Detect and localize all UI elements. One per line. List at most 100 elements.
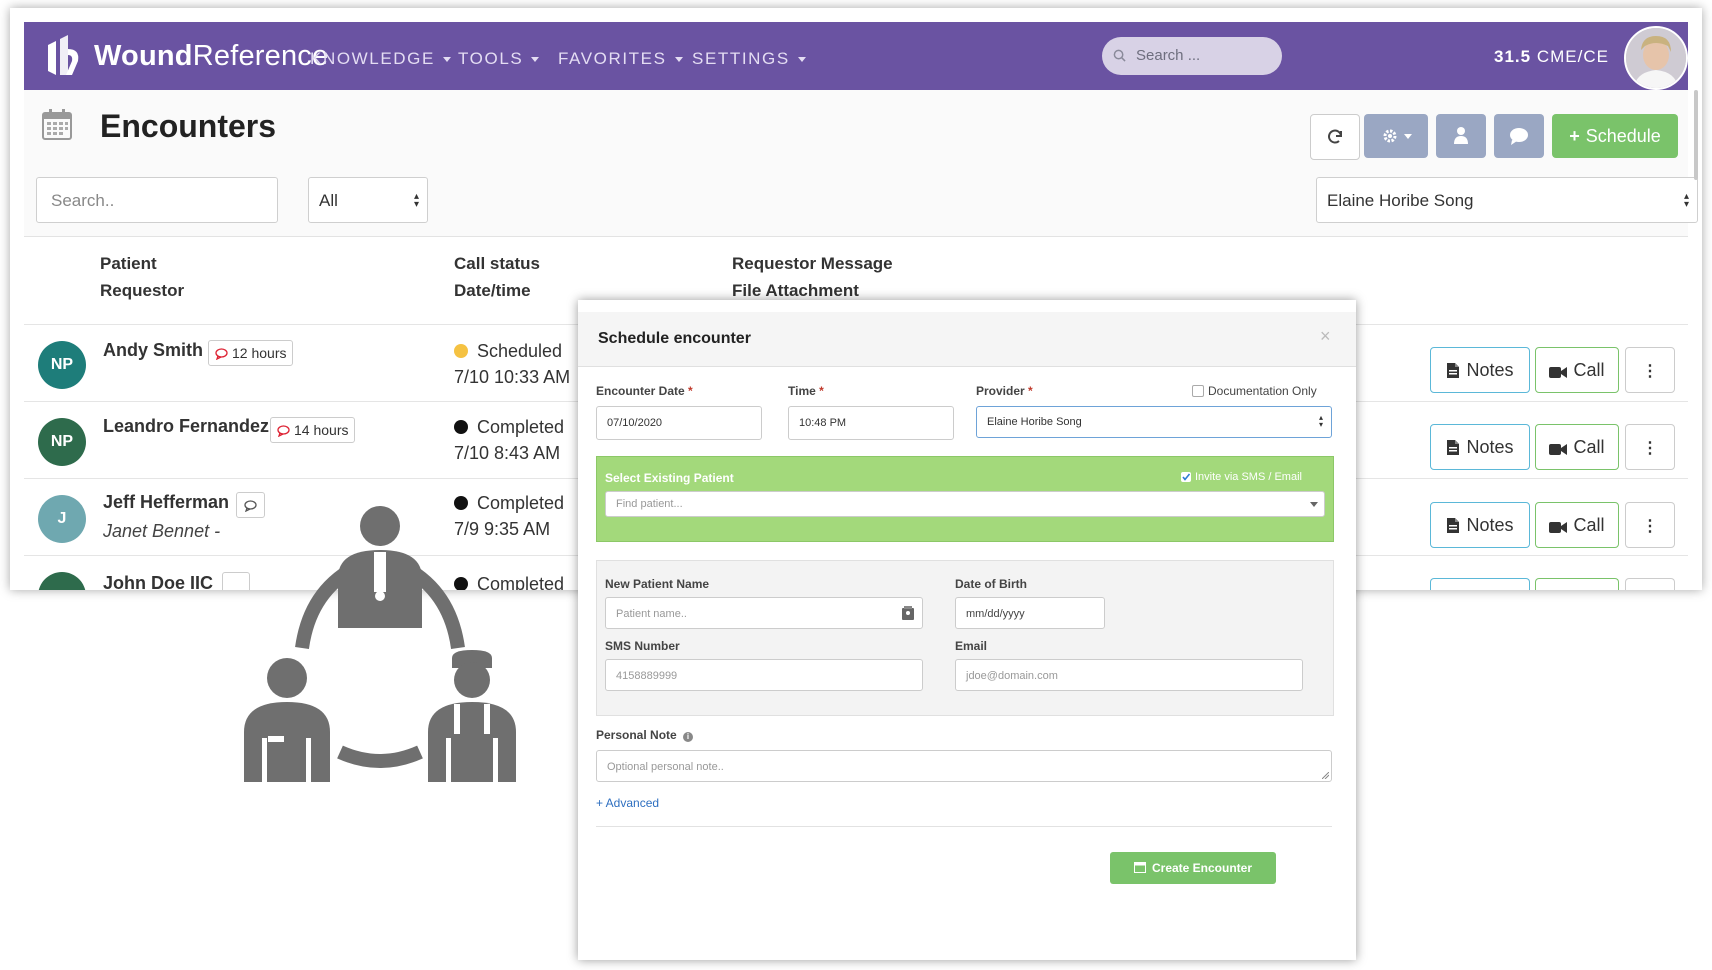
call-button[interactable] (1535, 578, 1619, 590)
plus-icon: + (1569, 126, 1580, 146)
chat-icon (1510, 128, 1528, 145)
row-more-button[interactable]: ⋮ (1625, 502, 1675, 548)
notes-button[interactable]: Notes (1430, 424, 1530, 470)
more-vertical-icon: ⋮ (1642, 518, 1658, 535)
column-header-patient[interactable]: Patient Requestor (100, 250, 184, 304)
column-header-message[interactable]: Requestor Message File Attachment (732, 250, 893, 304)
settings-dropdown-button[interactable] (1364, 114, 1428, 158)
status-dot (454, 420, 468, 434)
call-datetime: 7/10 8:43 AM (454, 443, 561, 463)
patient-name[interactable]: Andy Smith (103, 340, 203, 361)
info-icon[interactable]: i (683, 732, 694, 742)
search-placeholder: Search ... (1136, 47, 1201, 64)
search-icon (1113, 49, 1126, 62)
select-arrows-icon: ▴ ▾ (1683, 191, 1689, 210)
date-of-birth-input[interactable]: mm/dd/yyyy (955, 597, 1105, 629)
personal-note-label: Personal Note i (596, 728, 694, 742)
provider-select[interactable]: Elaine Horibe Song ▴ ▾ (1316, 177, 1698, 223)
patient-name[interactable]: John Doe IIC (103, 573, 213, 590)
time-waiting-badge: 12 hours (208, 340, 294, 366)
row-more-button[interactable]: ⋮ (1625, 424, 1675, 470)
menu-favorites[interactable]: FAVORITES (558, 49, 683, 69)
status-dot (454, 344, 468, 358)
user-photo-icon (1626, 28, 1686, 88)
column-header-call-status[interactable]: Call status Date/time (454, 250, 540, 304)
sms-number-input[interactable]: 4158889999 (605, 659, 923, 691)
select-arrows-icon: ▴ ▾ (1318, 413, 1323, 429)
gear-icon (1383, 129, 1397, 143)
personal-note-textarea[interactable]: Optional personal note.. (596, 750, 1332, 782)
select-arrows-icon: ▴ ▾ (413, 191, 419, 210)
menu-tools[interactable]: TOOLS (458, 49, 540, 69)
comment-icon (277, 425, 290, 438)
refresh-icon (1328, 129, 1342, 144)
refresh-button[interactable] (1310, 114, 1360, 160)
select-patient-label: Select Existing Patient (605, 471, 734, 485)
close-icon[interactable]: × (1320, 326, 1331, 347)
page-header: Encounters + Schedule (24, 90, 1688, 165)
avatar: J (38, 495, 86, 543)
notes-button[interactable] (1430, 578, 1530, 590)
documentation-only-checkbox[interactable]: Documentation Only (1192, 384, 1317, 398)
notes-button[interactable]: Notes (1430, 347, 1530, 393)
resize-handle-icon[interactable] (1322, 772, 1329, 779)
notes-button[interactable]: Notes (1430, 502, 1530, 548)
scrollbar-thumb[interactable] (1694, 90, 1698, 180)
patient-name[interactable]: Jeff Hefferman (103, 492, 229, 513)
chevron-down-icon (1310, 502, 1318, 507)
user-button[interactable] (1436, 114, 1486, 158)
menu-settings[interactable]: SETTINGS (692, 49, 806, 69)
top-navbar: WoundReference KNOWLEDGE TOOLS FAVORITES… (24, 22, 1688, 90)
encounter-search-input[interactable]: Search.. (36, 177, 278, 223)
schedule-button[interactable]: + Schedule (1552, 114, 1678, 158)
chevron-down-icon (442, 57, 451, 63)
call-button[interactable]: Call (1535, 424, 1619, 470)
woundreference-logo-icon (48, 35, 79, 75)
more-vertical-icon: ⋮ (1642, 440, 1658, 457)
patient-name[interactable]: Leandro Fernandez (103, 416, 269, 437)
email-input[interactable]: jdoe@domain.com (955, 659, 1303, 691)
row-more-button[interactable]: ⋮ (1625, 347, 1675, 393)
checkbox-checked-icon (1181, 472, 1191, 482)
brand-name[interactable]: WoundReference (94, 40, 328, 73)
video-camera-icon (1549, 444, 1568, 455)
document-icon (1447, 518, 1460, 533)
chat-button[interactable] (1494, 114, 1544, 158)
call-status: Completed (454, 417, 564, 438)
user-icon (1454, 127, 1468, 144)
modal-title: Schedule encounter (598, 330, 751, 347)
page-title: Encounters (100, 108, 277, 144)
care-team-icon (244, 506, 516, 782)
provider-label: Provider * (976, 384, 1033, 398)
find-patient-select[interactable]: Find patient... (605, 491, 1325, 517)
user-avatar[interactable] (1624, 26, 1688, 90)
call-status: Scheduled (454, 341, 562, 362)
patient-name-input[interactable]: Patient name.. (605, 597, 923, 629)
provider-select[interactable]: Elaine Horibe Song ▴ ▾ (976, 406, 1332, 438)
select-existing-patient-section: Select Existing Patient Invite via SMS /… (596, 456, 1334, 542)
sms-number-label: SMS Number (605, 639, 680, 653)
call-button[interactable]: Call (1535, 347, 1619, 393)
status-filter-select[interactable]: All ▴ ▾ (308, 177, 428, 223)
create-encounter-button[interactable]: Create Encounter (1110, 852, 1276, 884)
checkbox-empty-icon (1192, 385, 1204, 397)
invite-sms-email-checkbox[interactable]: Invite via SMS / Email (1181, 471, 1302, 483)
row-more-button[interactable] (1625, 578, 1675, 590)
menu-knowledge[interactable]: KNOWLEDGE (310, 49, 451, 69)
time-waiting-badge: 14 hours (270, 417, 356, 443)
avatar: NP (38, 418, 86, 466)
encounter-date-input[interactable]: 07/10/2020 (596, 406, 762, 440)
new-patient-name-label: New Patient Name (605, 577, 710, 591)
advanced-link[interactable]: + Advanced (596, 796, 659, 810)
requestor-name: Janet Bennet - (103, 521, 221, 541)
cme-counter[interactable]: 31.5 CME/CE (1494, 47, 1609, 67)
call-button[interactable]: Call (1535, 502, 1619, 548)
schedule-encounter-modal: Schedule encounter × Encounter Date * 07… (578, 300, 1356, 960)
comment-icon (215, 348, 228, 361)
calendar-icon (1133, 862, 1146, 873)
divider (596, 826, 1332, 827)
calendar-icon (42, 109, 72, 140)
time-input[interactable]: 10:48 PM (788, 406, 954, 440)
chevron-down-icon (797, 57, 806, 63)
global-search-input[interactable]: Search ... (1102, 37, 1282, 75)
